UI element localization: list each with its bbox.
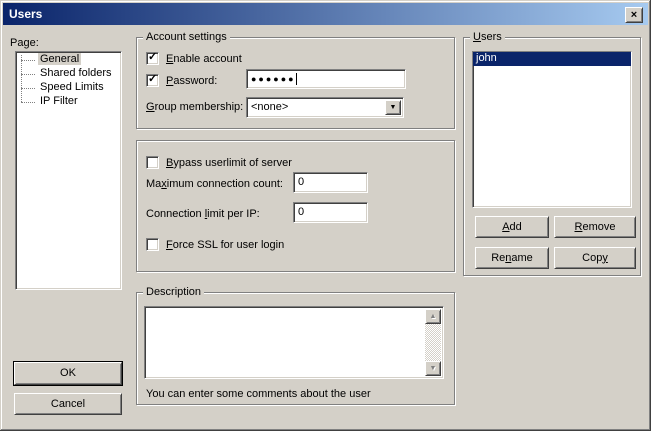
- users-title: Users: [470, 31, 505, 44]
- description-scrollbar[interactable]: ▲ ▼: [425, 309, 441, 376]
- users-listbox[interactable]: john: [472, 51, 632, 208]
- enable-account-checkbox[interactable]: ✓: [146, 52, 159, 65]
- tree-item-shared-folders[interactable]: Shared folders: [16, 67, 121, 81]
- tree-branch-icon: [21, 102, 35, 103]
- titlebar[interactable]: Users ×: [3, 3, 648, 25]
- password-input[interactable]: ●●●●●●: [246, 69, 406, 89]
- password-checkbox[interactable]: ✓: [146, 74, 159, 87]
- window-title: Users: [9, 7, 42, 21]
- force-ssl-checkbox[interactable]: ✓: [146, 238, 159, 251]
- max-connection-input[interactable]: 0: [293, 172, 368, 193]
- password-masked-value: ●●●●●●: [251, 74, 296, 84]
- account-settings-title: Account settings: [143, 31, 230, 44]
- tree-item-ip-filter[interactable]: IP Filter: [16, 95, 121, 109]
- tree-branch-icon: [21, 60, 35, 61]
- page-tree: General Shared folders Speed Limits IP F…: [16, 52, 121, 109]
- connection-limits-group: ✓ Bypass userlimit of server Maximum con…: [136, 140, 455, 272]
- arrow-up-icon: ▲: [430, 313, 437, 320]
- tree-item-general[interactable]: General: [16, 53, 121, 67]
- ip-limit-label: Connection limit per IP:: [146, 208, 260, 221]
- close-icon: ×: [631, 10, 637, 21]
- page-listbox[interactable]: General Shared folders Speed Limits IP F…: [15, 51, 122, 290]
- description-textarea[interactable]: ▲ ▼: [144, 306, 444, 379]
- group-membership-value: <none>: [251, 100, 288, 114]
- ip-limit-input[interactable]: 0: [293, 202, 368, 223]
- check-icon: ✓: [148, 50, 157, 63]
- combo-dropdown-button[interactable]: ▼: [385, 100, 401, 115]
- scrollbar-track[interactable]: [425, 324, 441, 361]
- tree-branch-icon: [21, 74, 35, 75]
- scroll-up-button[interactable]: ▲: [425, 309, 441, 324]
- remove-user-button[interactable]: Remove: [554, 216, 636, 238]
- tree-branch-icon: [21, 88, 35, 89]
- description-group: Description ▲ ▼ You can enter some comme…: [136, 292, 455, 405]
- rename-user-button[interactable]: Rename: [475, 247, 549, 269]
- close-button[interactable]: ×: [625, 7, 643, 23]
- max-connection-label: Maximum connection count:: [146, 178, 283, 191]
- group-membership-select[interactable]: <none> ▼: [246, 97, 404, 118]
- text-caret: [296, 73, 297, 85]
- account-settings-group: Account settings ✓ Enable account ✓ Pass…: [136, 37, 455, 129]
- scroll-down-button[interactable]: ▼: [425, 361, 441, 376]
- group-membership-label: Group membership:: [146, 101, 243, 114]
- ip-limit-value: 0: [298, 206, 304, 218]
- users-dialog: Users × Page: General Shared folders Spe…: [0, 0, 651, 431]
- enable-account-label[interactable]: Enable account: [166, 53, 242, 66]
- password-label[interactable]: Password:: [166, 75, 217, 88]
- cancel-button[interactable]: Cancel: [14, 393, 122, 415]
- check-icon: ✓: [148, 72, 157, 85]
- bypass-userlimit-label[interactable]: Bypass userlimit of server: [166, 157, 292, 170]
- copy-user-button[interactable]: Copy: [554, 247, 636, 269]
- arrow-down-icon: ▼: [430, 365, 437, 372]
- max-connection-value: 0: [298, 176, 304, 188]
- add-user-button[interactable]: Add: [475, 216, 549, 238]
- users-group: Users john Add Remove Rename Copy: [463, 37, 641, 276]
- bypass-userlimit-checkbox[interactable]: ✓: [146, 156, 159, 169]
- page-label: Page:: [10, 37, 39, 50]
- chevron-down-icon: ▼: [390, 104, 397, 111]
- user-list-item[interactable]: john: [473, 52, 631, 66]
- description-hint: You can enter some comments about the us…: [146, 388, 371, 401]
- force-ssl-label[interactable]: Force SSL for user login: [166, 239, 284, 252]
- description-title: Description: [143, 286, 204, 299]
- tree-item-speed-limits[interactable]: Speed Limits: [16, 81, 121, 95]
- ok-button[interactable]: OK: [14, 362, 122, 385]
